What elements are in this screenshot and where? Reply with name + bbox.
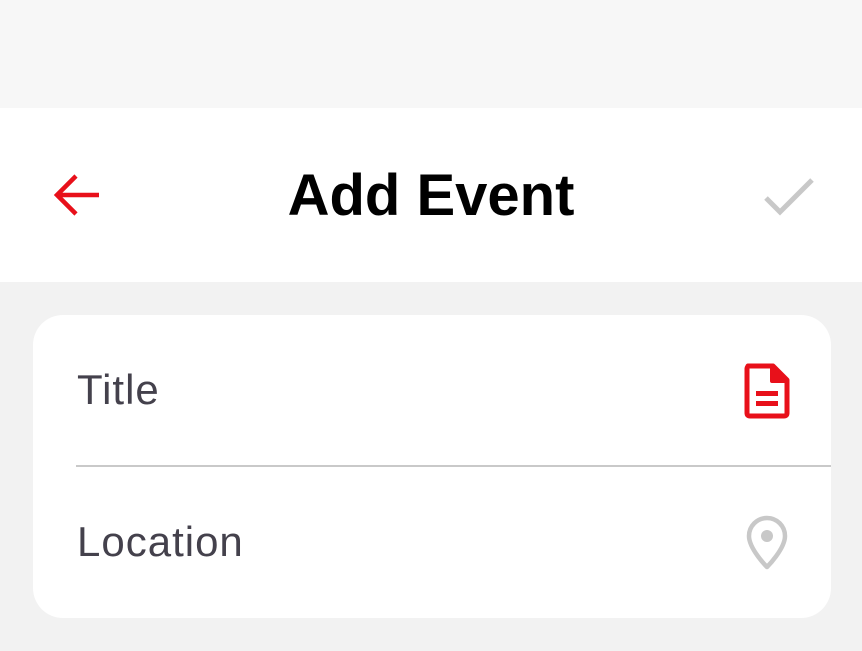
back-button[interactable]: [40, 158, 114, 232]
document-icon: [739, 363, 795, 419]
status-bar: [0, 0, 862, 108]
confirm-button[interactable]: [752, 160, 826, 234]
map-pin-icon: [739, 515, 795, 571]
location-field-label: Location: [77, 518, 244, 565]
checkmark-icon: [764, 178, 814, 216]
title-field-label: Title: [77, 366, 160, 413]
app-toolbar: Add Event: [0, 108, 862, 282]
location-field[interactable]: Location: [33, 467, 831, 617]
page-title: Add Event: [287, 162, 575, 228]
arrow-left-icon: [53, 174, 99, 216]
title-field[interactable]: Title: [33, 315, 831, 465]
event-form-card: Title Location: [33, 315, 831, 618]
